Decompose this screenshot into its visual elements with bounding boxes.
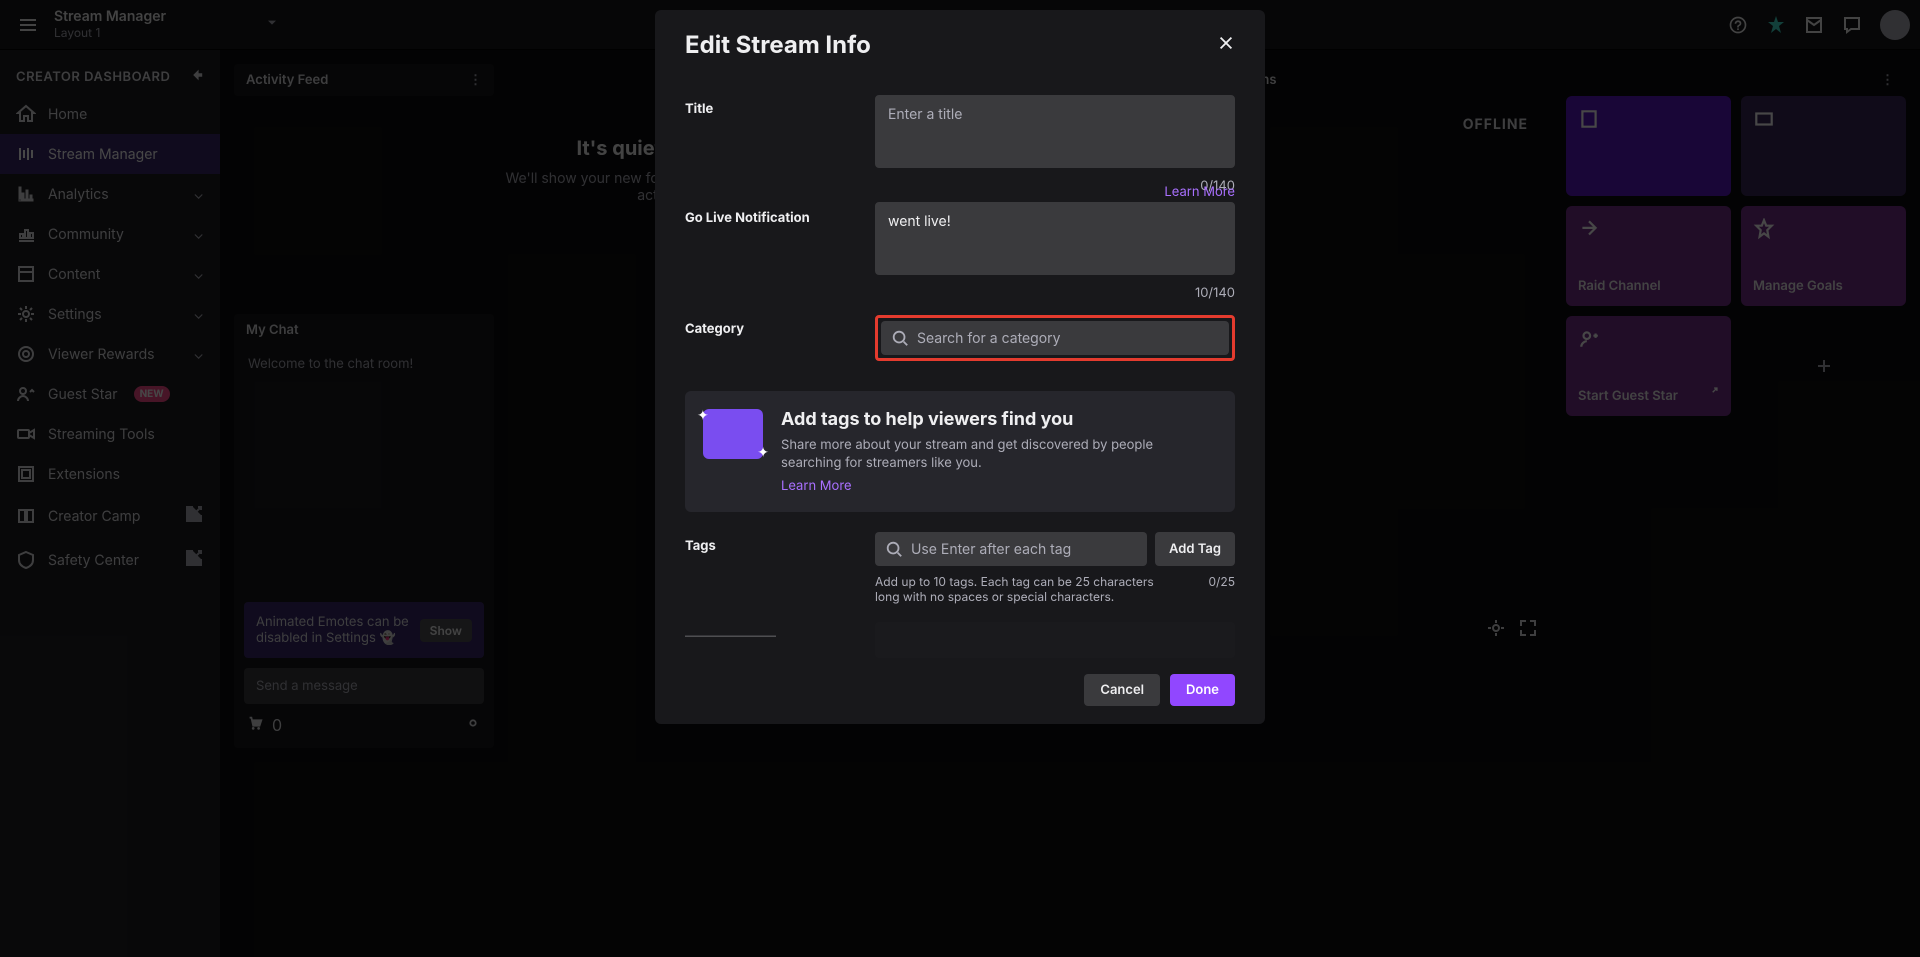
notification-input[interactable]: went live! [875,202,1235,275]
title-input[interactable] [875,95,1235,168]
info-desc: Share more about your stream and get dis… [781,436,1217,472]
search-icon [885,540,903,558]
cancel-button[interactable]: Cancel [1084,674,1160,706]
notification-label: Go Live Notification [685,210,810,226]
tags-info-card: Add tags to help viewers find you Share … [685,391,1235,512]
edit-stream-info-modal: Edit Stream Info Title 0/140 Go Live Not… [655,10,1265,724]
modal-overlay[interactable]: Edit Stream Info Title 0/140 Go Live Not… [0,0,1920,957]
info-heading: Add tags to help viewers find you [781,409,1217,430]
category-search[interactable] [881,321,1229,355]
search-icon [891,329,909,347]
tags-hint: Add up to 10 tags. Each tag can be 25 ch… [875,574,1165,604]
tags-search[interactable] [875,532,1147,566]
done-button[interactable]: Done [1170,674,1235,706]
tags-label: Tags [685,532,875,604]
tags-input[interactable] [911,541,1137,558]
learn-more-link[interactable]: Learn More [1164,184,1235,200]
sparkle-icon [703,409,763,459]
category-highlight [875,315,1235,361]
learn-more-link[interactable]: Learn More [781,478,852,494]
notification-counter: 10/140 [875,285,1235,301]
category-input[interactable] [917,330,1219,347]
add-tag-button[interactable]: Add Tag [1155,532,1235,566]
tags-counter: 0/25 [1208,574,1235,604]
modal-title: Edit Stream Info [685,30,871,59]
category-label: Category [685,315,875,361]
close-icon[interactable] [1217,34,1235,56]
title-label: Title [685,95,875,194]
